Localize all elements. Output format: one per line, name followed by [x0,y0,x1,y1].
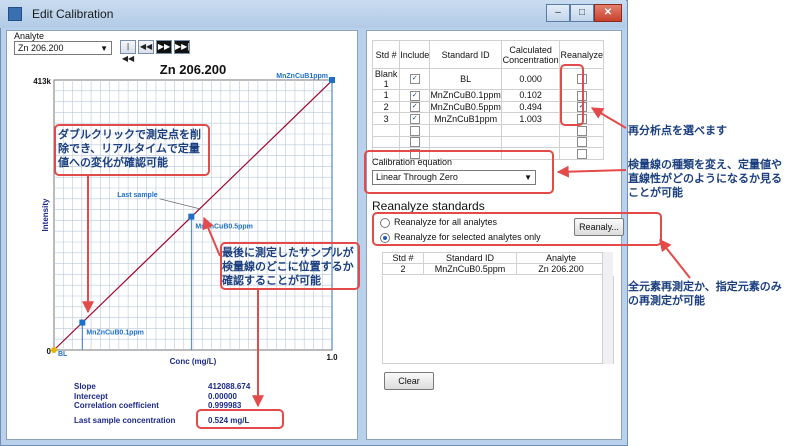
arrow-to-reanalyze-options [659,239,691,279]
annotation-arrows [82,107,691,408]
arrow-to-last-sample [202,216,221,257]
arrow-to-reanalyze [590,107,627,129]
arrow-to-cal-eq [556,165,627,178]
